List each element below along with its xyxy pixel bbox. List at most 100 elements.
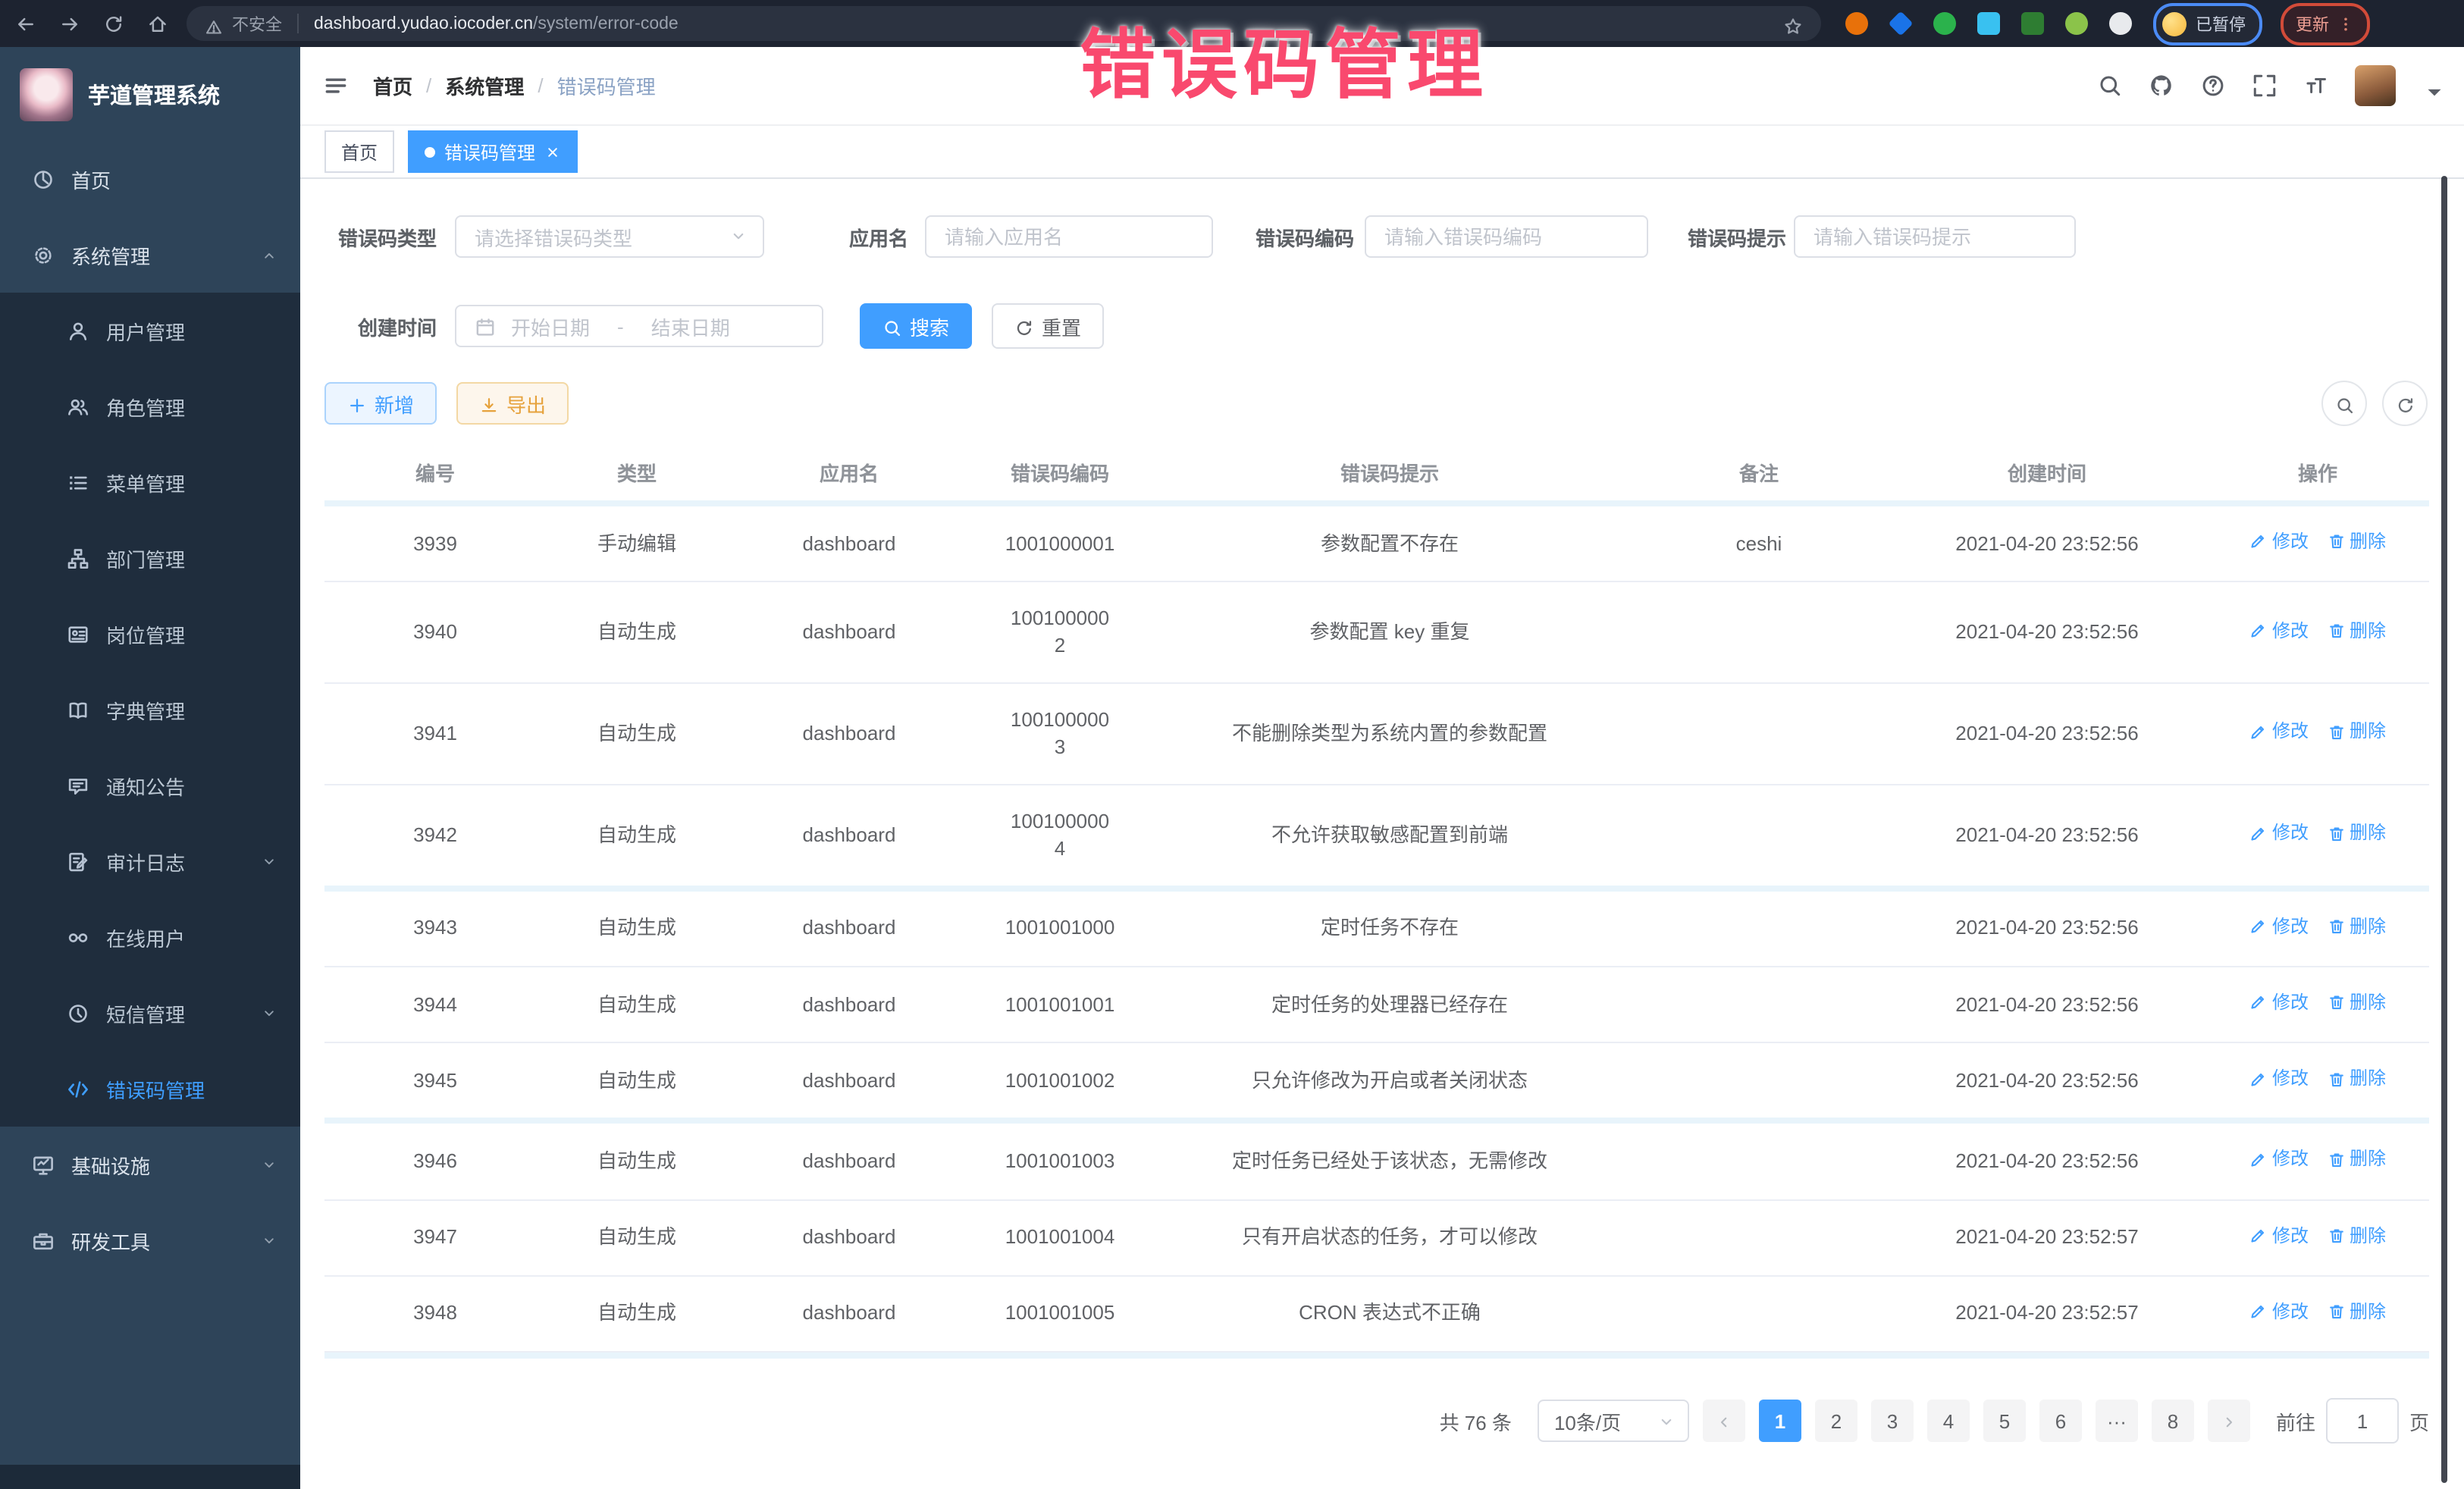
edit-link[interactable]: 修改 [2249,821,2309,846]
breadcrumb-item[interactable]: 首页 [373,71,412,100]
sidebar-item[interactable]: 岗位管理 [0,596,300,672]
browser-profile-button[interactable]: 已暂停 [2153,2,2262,45]
home-button[interactable] [147,11,168,35]
page-ellipsis[interactable]: ··· [2096,1400,2138,1442]
table-row[interactable]: 3946自动生成dashboard1001001003定时任务已经处于该状态，无… [324,1121,2429,1199]
tab-active[interactable]: 错误码管理 [408,130,578,173]
address-bar[interactable]: 不安全 dashboard.yudao.iocoder.cn/system/er… [187,6,1821,41]
column-header[interactable]: 应用名 [728,444,970,503]
table-row[interactable]: 3943自动生成dashboard1001001000定时任务不存在2021-0… [324,889,2429,967]
help-icon[interactable] [2200,73,2226,99]
sidebar-collapse-bar[interactable] [0,1465,300,1489]
sidebar-item[interactable]: 基础设施 [0,1127,300,1202]
delete-link[interactable]: 删除 [2327,1066,2386,1091]
toggle-search-button[interactable] [2321,381,2367,426]
sidebar-item[interactable]: 错误码管理 [0,1051,300,1127]
table-row[interactable]: 3947自动生成dashboard1001001004只有开启状态的任务，才可以… [324,1199,2429,1275]
sidebar-toggle-icon[interactable] [323,73,349,99]
column-header[interactable]: 类型 [546,444,728,503]
sidebar-item[interactable]: 角色管理 [0,368,300,444]
delete-link[interactable]: 删除 [2327,529,2386,554]
extension-icon-orange[interactable] [1845,12,1868,35]
page-button[interactable]: 3 [1871,1400,1914,1442]
font-size-icon[interactable] [2303,73,2329,99]
page-button[interactable]: 1 [1759,1400,1801,1442]
breadcrumb-item[interactable]: 系统管理 [445,71,524,100]
sidebar-item[interactable]: 用户管理 [0,293,300,368]
page-button[interactable]: 4 [1927,1400,1970,1442]
extension-icon-blue-gem[interactable] [1888,11,1913,36]
page-button[interactable]: 8 [2152,1400,2194,1442]
extension-icon-green[interactable] [1933,12,1956,35]
column-header[interactable]: 创建时间 [1888,444,2206,503]
table-row[interactable]: 3944自动生成dashboard1001001001定时任务的处理器已经存在2… [324,967,2429,1042]
avatar-caret-icon[interactable] [2422,78,2437,93]
filter-input[interactable] [1365,215,1648,258]
browser-update-button[interactable]: 更新 [2281,2,2370,45]
export-button[interactable]: 导出 [456,382,569,425]
browser-menu-icon[interactable] [2337,14,2355,33]
extension-icon-dark-on[interactable] [2021,12,2044,35]
date-end-placeholder[interactable]: 结束日期 [651,312,730,340]
fullscreen-icon[interactable] [2252,73,2277,99]
next-page-button[interactable] [2208,1400,2250,1442]
column-header[interactable]: 编号 [324,444,546,503]
delete-link[interactable]: 删除 [2327,990,2386,1015]
edit-link[interactable]: 修改 [2249,1066,2309,1091]
delete-link[interactable]: 删除 [2327,1223,2386,1248]
date-range-picker[interactable]: 开始日期 - 结束日期 [455,305,823,347]
page-button[interactable]: 2 [1815,1400,1857,1442]
prev-page-button[interactable] [1703,1400,1745,1442]
page-button[interactable]: 6 [2039,1400,2082,1442]
table-row[interactable]: 3942自动生成dashboard100100000 4不允许获取敏感配置到前端… [324,785,2429,889]
edit-link[interactable]: 修改 [2249,529,2309,554]
refresh-table-button[interactable] [2382,381,2428,426]
sidebar-item[interactable]: 短信管理 [0,975,300,1051]
page-size-select[interactable]: 10条/页 [1538,1400,1689,1442]
goto-page-input[interactable] [2326,1398,2399,1444]
filter-select[interactable]: 请选择错误码类型 [455,215,764,258]
search-button[interactable]: 搜索 [860,303,972,349]
date-start-placeholder[interactable]: 开始日期 [511,312,590,340]
page-scrollbar[interactable] [2441,176,2447,1483]
delete-link[interactable]: 删除 [2327,1147,2386,1172]
edit-link[interactable]: 修改 [2249,1299,2309,1324]
extension-icon-lime[interactable] [2065,12,2088,35]
tab-item[interactable]: 首页 [324,130,394,173]
delete-link[interactable]: 删除 [2327,719,2386,744]
sidebar-logo[interactable]: 芋道管理系统 [0,47,300,141]
sidebar-item[interactable]: 首页 [0,141,300,217]
column-header[interactable]: 备注 [1630,444,1888,503]
column-header[interactable]: 错误码提示 [1149,444,1630,503]
edit-link[interactable]: 修改 [2249,618,2309,643]
table-row[interactable]: 3939手动编辑dashboard1001000001参数配置不存在ceshi2… [324,503,2429,581]
edit-link[interactable]: 修改 [2249,1147,2309,1172]
sidebar-item[interactable]: 研发工具 [0,1202,300,1278]
filter-input[interactable] [1794,215,2076,258]
reset-button[interactable]: 重置 [992,303,1104,349]
delete-link[interactable]: 删除 [2327,914,2386,939]
user-avatar[interactable] [2355,65,2396,106]
sidebar-item[interactable]: 审计日志 [0,823,300,899]
edit-link[interactable]: 修改 [2249,1223,2309,1248]
table-row[interactable]: 3948自动生成dashboard1001001005CRON 表达式不正确20… [324,1276,2429,1352]
delete-link[interactable]: 删除 [2327,618,2386,643]
column-header[interactable]: 操作 [2206,444,2429,503]
extension-icon-cyan-grid[interactable] [1977,12,2000,35]
sidebar-item[interactable]: 系统管理 [0,217,300,293]
page-button[interactable]: 5 [1983,1400,2026,1442]
add-button[interactable]: 新增 [324,382,437,425]
forward-button[interactable] [59,11,80,35]
edit-link[interactable]: 修改 [2249,719,2309,744]
bookmark-star-icon[interactable] [1783,14,1803,33]
table-row[interactable]: 3945自动生成dashboard1001001002只允许修改为开启或者关闭状… [324,1042,2429,1121]
table-row[interactable]: 3940自动生成dashboard100100000 2参数配置 key 重复2… [324,581,2429,683]
sidebar-item[interactable]: 字典管理 [0,672,300,748]
edit-link[interactable]: 修改 [2249,990,2309,1015]
back-button[interactable] [15,11,36,35]
sidebar-item[interactable]: 菜单管理 [0,444,300,520]
delete-link[interactable]: 删除 [2327,1299,2386,1324]
sidebar-item[interactable]: 通知公告 [0,748,300,823]
table-row[interactable]: 3941自动生成dashboard100100000 3不能删除类型为系统内置的… [324,683,2429,785]
column-header[interactable]: 错误码编码 [970,444,1149,503]
